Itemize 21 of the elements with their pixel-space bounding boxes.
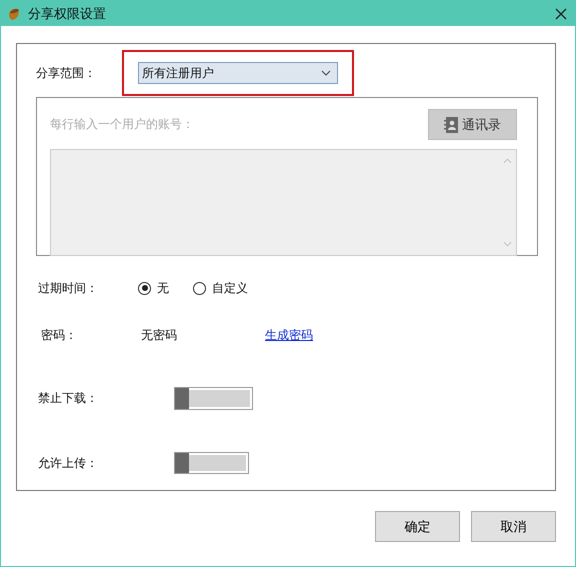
generate-password-link[interactable]: 生成密码 xyxy=(265,326,313,344)
radio-button[interactable] xyxy=(138,282,151,294)
scope-dropdown[interactable]: 所有注册用户 xyxy=(138,62,338,84)
window-title: 分享权限设置 xyxy=(28,6,107,22)
accounts-hint: 每行输入一个用户的账号： xyxy=(50,116,194,133)
radio-option[interactable]: 自定义 xyxy=(193,280,248,296)
caret-icon xyxy=(321,70,331,76)
password-label: 密码： xyxy=(41,326,78,344)
expiry-label: 过期时间： xyxy=(38,280,99,296)
toggle-switch[interactable] xyxy=(174,452,249,474)
scope-label: 分享范围： xyxy=(36,64,97,82)
radio-button[interactable] xyxy=(193,282,206,294)
address-book-icon xyxy=(444,116,458,132)
dialog-button[interactable]: 确定 xyxy=(375,511,460,542)
toggle-switch[interactable] xyxy=(174,386,253,410)
password-value: 无密码 xyxy=(141,326,178,344)
dialog-button[interactable]: 取消 xyxy=(471,511,556,542)
toggle-label: 允许上传： xyxy=(38,454,99,472)
radio-option[interactable]: 无 xyxy=(138,280,169,296)
toggle-label: 禁止下载： xyxy=(38,390,99,406)
close-icon[interactable] xyxy=(555,8,567,20)
